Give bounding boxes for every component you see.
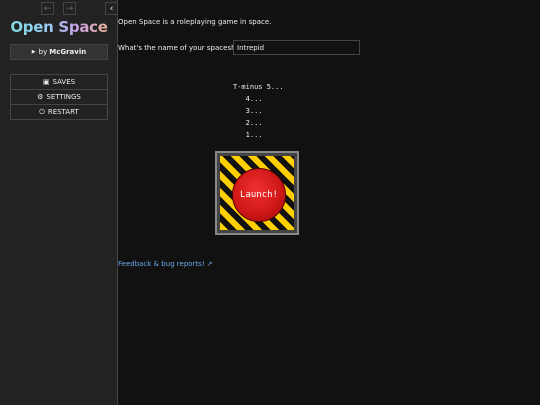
launch-panel: Launch! <box>215 151 299 235</box>
author-prefix: by <box>38 48 48 56</box>
caret-right-icon: ▶ <box>31 49 36 55</box>
countdown-line: 1... <box>233 131 263 139</box>
ship-name-question: What's the name of your spaceship? <box>118 44 246 52</box>
passage: Open Space is a roleplaying game in spac… <box>118 0 540 405</box>
story-menu: ▣ SAVES ⚙ SETTINGS ⏻ RESTART <box>10 74 108 120</box>
history-forward-button[interactable]: → <box>63 2 76 15</box>
countdown-line: 2... <box>233 119 263 127</box>
author-button[interactable]: ▶ by McGravin <box>10 44 108 60</box>
countdown: T-minus 5... 4... 3... 2... 1... <box>233 81 288 141</box>
story-title: Open Space <box>0 18 118 36</box>
settings-button[interactable]: ⚙ SETTINGS <box>11 90 107 105</box>
gear-icon: ⚙ <box>37 93 44 101</box>
saves-button[interactable]: ▣ SAVES <box>11 75 107 90</box>
history-back-button[interactable]: ← <box>41 2 54 15</box>
sidebar-toggle-button[interactable]: ‹ <box>105 2 118 15</box>
countdown-line: T-minus 5... <box>233 83 284 91</box>
launch-button[interactable]: Launch! <box>232 168 286 222</box>
external-link-icon: ↗ <box>206 260 213 268</box>
ship-name-input[interactable] <box>233 40 360 55</box>
feedback-label: Feedback & bug reports! <box>118 260 205 268</box>
chevron-left-icon: ‹ <box>109 4 114 14</box>
hazard-stripes: Launch! <box>220 156 294 230</box>
floppy-disk-icon: ▣ <box>42 78 50 86</box>
feedback-link[interactable]: Feedback & bug reports! ↗ <box>118 260 213 268</box>
saves-label: SAVES <box>52 78 76 86</box>
countdown-line: 4... <box>233 95 263 103</box>
arrow-left-icon: ← <box>43 4 52 14</box>
sidebar: ← → ‹ Open Space ▶ by McGravin ▣ SAVES ⚙ SET… <box>0 0 118 405</box>
arrow-right-icon: → <box>65 4 74 14</box>
settings-label: SETTINGS <box>46 93 81 101</box>
author-name: McGravin <box>49 48 87 56</box>
restart-label: RESTART <box>47 108 79 116</box>
countdown-line: 3... <box>233 107 263 115</box>
power-icon: ⏻ <box>39 108 45 116</box>
intro-text: Open Space is a roleplaying game in spac… <box>118 18 272 26</box>
restart-button[interactable]: ⏻ RESTART <box>11 105 107 119</box>
